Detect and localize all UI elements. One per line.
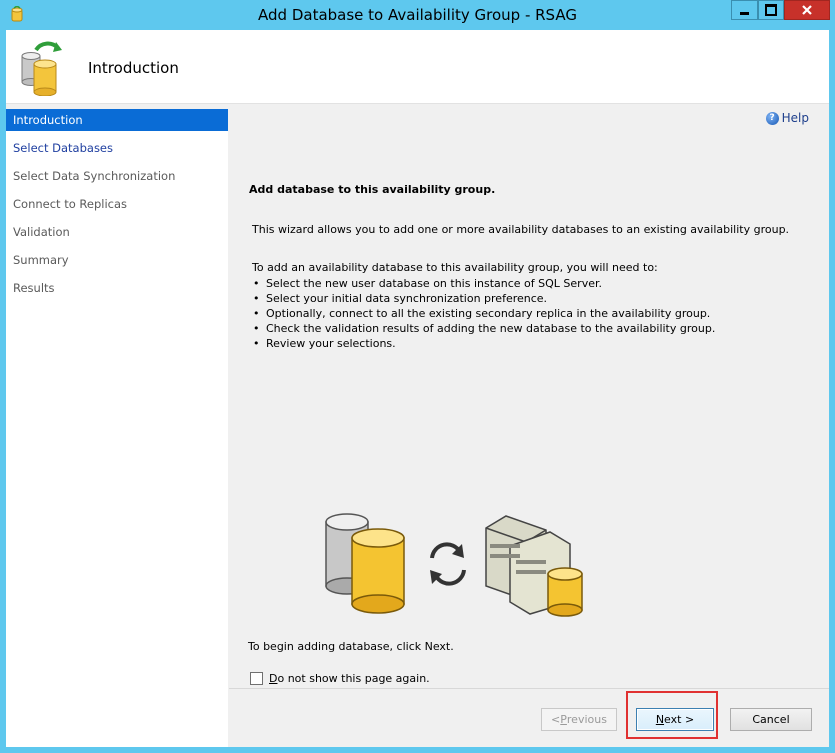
- main-heading: Add database to this availability group.: [249, 183, 496, 196]
- main-panel: ? Help Add database to this availability…: [229, 104, 829, 688]
- previous-button[interactable]: < Previous: [541, 708, 617, 731]
- steps-intro: To add an availability database to this …: [252, 261, 658, 274]
- next-mnemonic: N: [655, 713, 665, 726]
- minimize-button[interactable]: [731, 0, 758, 20]
- database-to-server-illustration: [325, 513, 583, 617]
- footer-divider: [229, 688, 829, 689]
- list-item: Select your initial data synchronization…: [252, 291, 715, 306]
- nav-item-select-data-synchronization: Select Data Synchronization: [13, 169, 176, 183]
- nav-item-select-databases[interactable]: Select Databases: [6, 137, 228, 159]
- help-link[interactable]: ? Help: [765, 111, 809, 125]
- nav-item-connect-to-replicas: Connect to Replicas: [13, 197, 128, 211]
- wizard-window: Add Database to Availability Group - RSA…: [0, 0, 835, 753]
- help-icon: ?: [765, 111, 779, 125]
- window-title: Add Database to Availability Group - RSA…: [258, 6, 577, 24]
- database-icon: [325, 513, 405, 614]
- title-bar[interactable]: Add Database to Availability Group - RSA…: [0, 0, 835, 30]
- page-title: Introduction: [88, 59, 179, 77]
- close-button[interactable]: [784, 0, 830, 20]
- begin-instruction: To begin adding database, click Next.: [248, 640, 454, 653]
- close-icon: [802, 5, 812, 15]
- previous-prefix: <: [551, 713, 561, 726]
- list-item: Check the validation results of adding t…: [252, 321, 715, 336]
- do-not-show-again-checkbox[interactable]: Do not show this page again.: [250, 672, 430, 685]
- database-sync-icon: [21, 41, 62, 96]
- cancel-button[interactable]: Cancel: [730, 708, 812, 731]
- next-label: ext >: [664, 713, 695, 726]
- server-icon: [485, 515, 583, 617]
- help-label: Help: [781, 111, 809, 125]
- previous-label: revious: [566, 713, 607, 726]
- page-header: Introduction: [6, 30, 829, 104]
- nav-item-summary: Summary: [13, 253, 69, 267]
- checkbox-label: Do not show this page again.: [269, 672, 430, 685]
- wizard-steps-nav: Introduction Select Databases Select Dat…: [6, 109, 228, 747]
- checkbox-box[interactable]: [250, 672, 263, 685]
- previous-mnemonic: P: [560, 713, 567, 726]
- maximize-button[interactable]: [758, 0, 784, 20]
- intro-text: This wizard allows you to add one or mor…: [252, 223, 790, 236]
- nav-item-introduction[interactable]: Introduction: [6, 109, 228, 131]
- next-button[interactable]: Next >: [636, 708, 714, 731]
- nav-item-validation: Validation: [13, 225, 70, 239]
- list-item: Select the new user database on this ins…: [252, 276, 715, 291]
- list-item: Optionally, connect to all the existing …: [252, 306, 715, 321]
- wizard-client-area: Introduction Introduction Select Databas…: [6, 30, 829, 747]
- nav-item-results: Results: [13, 281, 55, 295]
- checkbox-label-text: o not show this page again.: [277, 672, 430, 685]
- steps-list: Select the new user database on this ins…: [252, 276, 715, 351]
- sync-icon: [430, 542, 466, 586]
- list-item: Review your selections.: [252, 336, 715, 351]
